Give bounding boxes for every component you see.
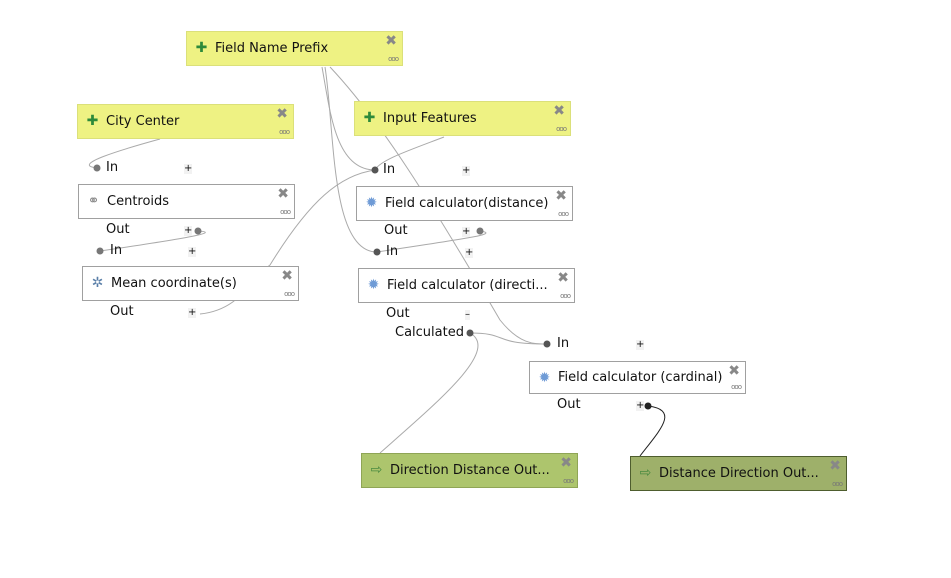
port-dot <box>194 227 202 235</box>
close-icon[interactable]: ✖ <box>277 187 289 201</box>
algorithm-field-calculator-distance[interactable]: ✹ Field calculator(distance) ✖ ooo <box>356 186 573 221</box>
close-icon[interactable]: ✖ <box>555 189 567 203</box>
close-icon[interactable]: ✖ <box>553 104 565 118</box>
port-out: Out <box>384 223 408 238</box>
port-dot <box>371 166 379 174</box>
node-label: Distance Direction Out... <box>659 466 819 481</box>
input-field-name-prefix[interactable]: ✚ Field Name Prefix ✖ ooo <box>186 31 403 66</box>
node-label: Mean coordinate(s) <box>111 276 237 291</box>
port-in: In <box>106 160 119 175</box>
toggle-inputs[interactable]: + <box>184 164 193 174</box>
algorithm-mean-coordinates[interactable]: ✲ Mean coordinate(s) ✖ ooo <box>82 266 299 301</box>
gear-icon: ✹ <box>367 277 380 293</box>
close-icon[interactable]: ✖ <box>829 459 841 473</box>
port-in: In <box>110 243 123 258</box>
port-out: Out <box>557 397 581 412</box>
toggle-outputs[interactable]: + <box>188 308 197 318</box>
link-fcdirection-fccardinal <box>469 332 548 345</box>
port-out: Out <box>106 222 130 237</box>
node-label: City Center <box>106 114 180 129</box>
node-label: Field calculator (cardinal) <box>558 370 723 385</box>
port-dot <box>466 329 474 337</box>
toggle-outputs[interactable]: + <box>636 401 645 411</box>
more-icon[interactable]: ooo <box>556 126 567 133</box>
more-icon[interactable]: ooo <box>280 209 291 216</box>
port-out: Out <box>386 306 410 321</box>
node-label: Input Features <box>383 111 477 126</box>
toggle-outputs[interactable]: + <box>462 227 471 237</box>
output-distance-direction[interactable]: ⇨ Distance Direction Out... ✖ ooo <box>630 456 847 491</box>
output-direction-distance[interactable]: ⇨ Direction Distance Out... ✖ ooo <box>361 453 578 488</box>
port-in: In <box>386 244 399 259</box>
more-icon[interactable]: ooo <box>279 129 290 136</box>
port-dot <box>93 164 101 172</box>
node-label: Direction Distance Out... <box>390 463 550 478</box>
plus-icon: ✚ <box>86 113 99 129</box>
input-input-features[interactable]: ✚ Input Features ✖ ooo <box>354 101 571 136</box>
centroids-icon: ⚭ <box>87 193 100 209</box>
toggle-inputs[interactable]: + <box>636 340 645 350</box>
toggle-inputs[interactable]: + <box>462 166 471 176</box>
algorithm-centroids[interactable]: ⚭ Centroids ✖ ooo <box>78 184 295 219</box>
port-dot <box>644 402 652 410</box>
mean-coordinates-icon: ✲ <box>91 275 104 291</box>
more-icon[interactable]: ooo <box>388 56 399 63</box>
close-icon[interactable]: ✖ <box>385 34 397 48</box>
gear-icon: ✹ <box>538 370 551 386</box>
link-citycenter-centroids <box>88 138 161 169</box>
node-label: Field Name Prefix <box>215 41 329 56</box>
algorithm-field-calculator-cardinal[interactable]: ✹ Field calculator (cardinal) ✖ ooo <box>529 361 746 394</box>
algorithm-field-calculator-direction[interactable]: ✹ Field calculator (directi... ✖ ooo <box>358 268 575 303</box>
node-label: Field calculator(distance) <box>385 196 549 211</box>
more-icon[interactable]: ooo <box>731 384 742 391</box>
port-dot <box>543 340 551 348</box>
link-cardinal-output <box>639 405 666 457</box>
port-dot <box>373 248 381 256</box>
port-in: In <box>383 162 396 177</box>
close-icon[interactable]: ✖ <box>276 107 288 121</box>
node-label: Centroids <box>107 194 170 209</box>
more-icon[interactable]: ooo <box>563 478 574 485</box>
close-icon[interactable]: ✖ <box>281 269 293 283</box>
close-icon[interactable]: ✖ <box>557 271 569 285</box>
node-label: Field calculator (directi... <box>387 278 548 293</box>
plus-icon: ✚ <box>363 110 376 126</box>
port-dot <box>476 227 484 235</box>
more-icon[interactable]: ooo <box>560 293 571 300</box>
plus-icon: ✚ <box>195 40 208 56</box>
link-calculated-output <box>379 332 479 454</box>
arrow-right-icon: ⇨ <box>639 465 652 481</box>
port-out: Out <box>110 304 134 319</box>
port-calculated: Calculated <box>395 325 464 340</box>
toggle-inputs[interactable]: + <box>465 248 474 258</box>
close-icon[interactable]: ✖ <box>728 364 740 378</box>
toggle-outputs[interactable]: + <box>184 226 193 236</box>
port-dot <box>96 247 104 255</box>
toggle-inputs[interactable]: + <box>188 247 197 257</box>
input-city-center[interactable]: ✚ City Center ✖ ooo <box>77 104 294 139</box>
more-icon[interactable]: ooo <box>832 481 843 488</box>
close-icon[interactable]: ✖ <box>560 456 572 470</box>
arrow-right-icon: ⇨ <box>370 462 383 478</box>
port-in: In <box>557 336 570 351</box>
toggle-outputs[interactable]: – <box>465 310 470 320</box>
gear-icon: ✹ <box>365 195 378 211</box>
more-icon[interactable]: ooo <box>284 291 295 298</box>
more-icon[interactable]: ooo <box>558 211 569 218</box>
